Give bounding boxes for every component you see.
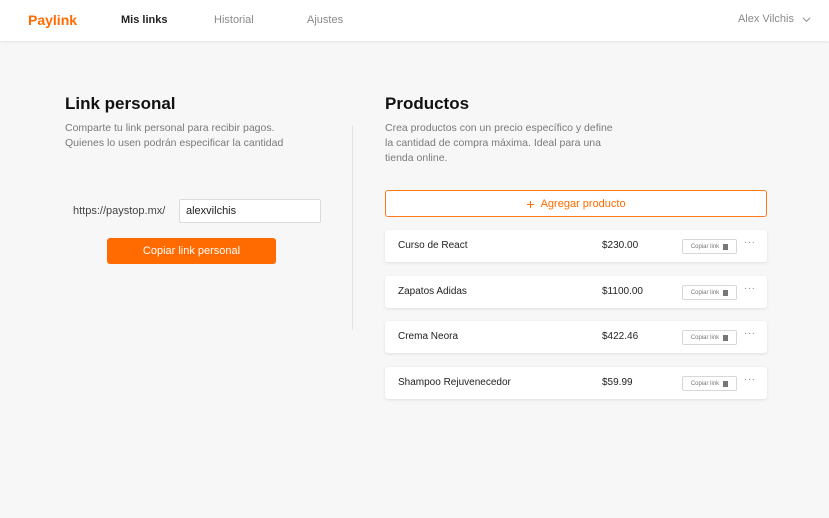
copy-link-label: Copiar link [690,243,720,250]
copy-link-button[interactable]: Copiar link [682,239,737,254]
product-row[interactable]: Crema Neora $422.46 Copiar link ··· [385,321,767,353]
plus-icon: + [526,195,535,212]
more-options-icon[interactable]: ··· [744,237,756,248]
user-name: Alex Vilchis [737,13,794,25]
tab-ajustes[interactable]: Ajustes [307,14,343,26]
copy-link-button[interactable]: Copiar link [682,285,737,300]
copy-icon [723,289,729,296]
product-name: Crema Neora [398,331,459,342]
products-desc-1: Crea productos con un precio específico … [385,122,613,134]
copy-link-label: Copiar link [690,289,720,296]
tab-mis-links[interactable]: Mis links [121,14,167,26]
copy-link-label: Copiar link [690,334,720,341]
copy-icon [723,380,729,387]
product-row[interactable]: Shampoo Rejuvenecedor $59.99 Copiar link… [385,367,767,399]
user-menu[interactable]: Alex Vilchis [738,13,811,25]
personal-link-desc-1: Comparte tu link personal para recibir p… [65,122,275,134]
personal-link-title: Link personal [65,94,176,113]
copy-icon [723,243,729,250]
copy-link-button[interactable]: Copiar link [682,330,737,345]
tab-historial[interactable]: Historial [214,14,254,26]
add-product-label: Agregar producto [540,197,626,210]
section-divider [352,125,353,330]
product-price: $1100.00 [602,286,643,297]
chevron-down-icon [802,16,811,22]
products-desc-3: tienda online. [385,152,448,164]
products-title: Productos [385,94,470,113]
username-input[interactable] [179,199,321,223]
product-price: $59.99 [602,377,633,388]
logo[interactable]: Paylink [28,12,77,28]
top-navbar: Paylink Mis links Historial Ajustes Alex… [0,0,829,41]
copy-link-button[interactable]: Copiar link [682,376,737,391]
copy-link-label: Copiar link [690,380,720,387]
more-options-icon[interactable]: ··· [744,328,756,339]
product-name: Shampoo Rejuvenecedor [398,377,511,388]
personal-link-desc-2: Quienes lo usen podrán especificar la ca… [65,137,284,149]
products-desc-2: la cantidad de compra máxima. Ideal para… [385,137,601,149]
product-name: Curso de React [398,240,468,251]
copy-icon [723,334,729,341]
more-options-icon[interactable]: ··· [744,374,756,385]
copy-personal-link-button[interactable]: Copiar link personal [107,238,276,264]
product-price: $230.00 [602,240,639,251]
url-prefix: https://paystop.mx/ [73,205,166,217]
product-name: Zapatos Adidas [398,286,467,297]
more-options-icon[interactable]: ··· [744,283,756,294]
product-row[interactable]: Zapatos Adidas $1100.00 Copiar link ··· [385,276,767,308]
product-row[interactable]: Curso de React $230.00 Copiar link ··· [385,230,767,262]
product-price: $422.46 [602,331,639,342]
add-product-button[interactable]: + Agregar producto [385,190,767,217]
